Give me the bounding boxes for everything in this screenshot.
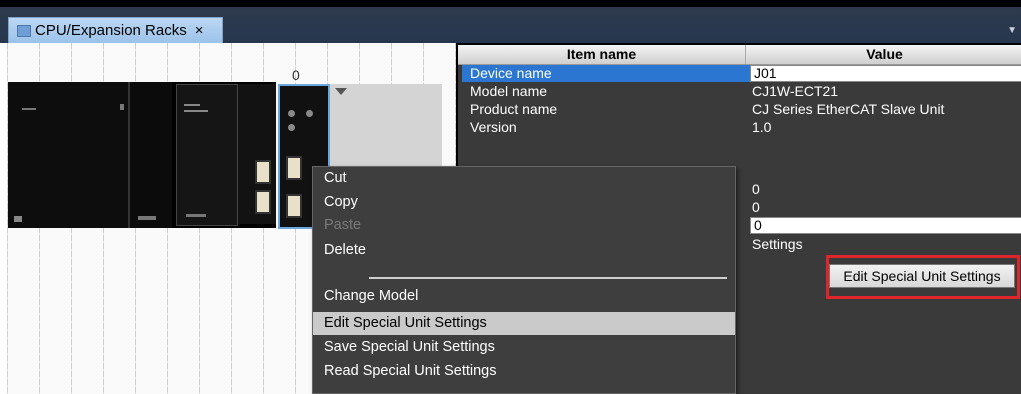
menu-item-copy[interactable]: Copy <box>313 191 735 214</box>
chevron-down-icon[interactable] <box>335 88 347 95</box>
context-menu: Cut Copy Paste Delete Change Model Edit … <box>312 166 736 394</box>
column-header-value[interactable]: Value <box>746 45 1021 64</box>
cpu-rack[interactable] <box>8 82 276 228</box>
menu-item-change-model[interactable]: Change Model <box>313 285 735 308</box>
tab-label: CPU/Expansion Racks <box>35 22 187 39</box>
ethernet-port-icon <box>286 156 302 180</box>
slot-number-label: 0 <box>292 67 300 83</box>
tab-strip: CPU/Expansion Racks × ▼ <box>0 7 1021 43</box>
value-field[interactable]: 0 <box>750 217 1021 234</box>
tab-cpu-expansion-racks[interactable]: CPU/Expansion Racks × <box>8 17 223 43</box>
property-row-version[interactable]: Version 1.0 <box>462 119 1017 136</box>
property-row-device-name[interactable]: Device name J01 <box>462 65 1021 82</box>
menu-separator <box>369 277 727 279</box>
ethernet-port-icon <box>255 190 271 214</box>
menu-item-read-special-unit-settings[interactable]: Read Special Unit Settings <box>313 360 735 383</box>
menu-item-save-special-unit-settings[interactable]: Save Special Unit Settings <box>313 336 735 359</box>
rack-icon <box>17 24 31 37</box>
menu-item-delete[interactable]: Delete <box>313 239 735 262</box>
property-row-model-name[interactable]: Model name CJ1W-ECT21 <box>462 83 1017 100</box>
ethernet-port-icon <box>286 194 302 218</box>
device-name-field[interactable]: J01 <box>750 65 1021 82</box>
menu-item-cut[interactable]: Cut <box>313 167 735 190</box>
close-icon[interactable]: × <box>195 22 204 39</box>
edit-special-unit-settings-button[interactable]: Edit Special Unit Settings <box>829 264 1015 288</box>
tab-overflow-chevron-down-icon[interactable]: ▼ <box>1007 25 1017 36</box>
top-edge <box>0 0 1021 7</box>
property-row-product-name[interactable]: Product name CJ Series EtherCAT Slave Un… <box>462 101 1017 118</box>
menu-item-paste[interactable]: Paste <box>313 214 735 237</box>
properties-header: Item name Value <box>458 45 1021 65</box>
column-header-item-name[interactable]: Item name <box>458 45 746 64</box>
ethernet-port-icon <box>255 160 271 184</box>
menu-item-edit-special-unit-settings[interactable]: Edit Special Unit Settings <box>313 312 735 335</box>
